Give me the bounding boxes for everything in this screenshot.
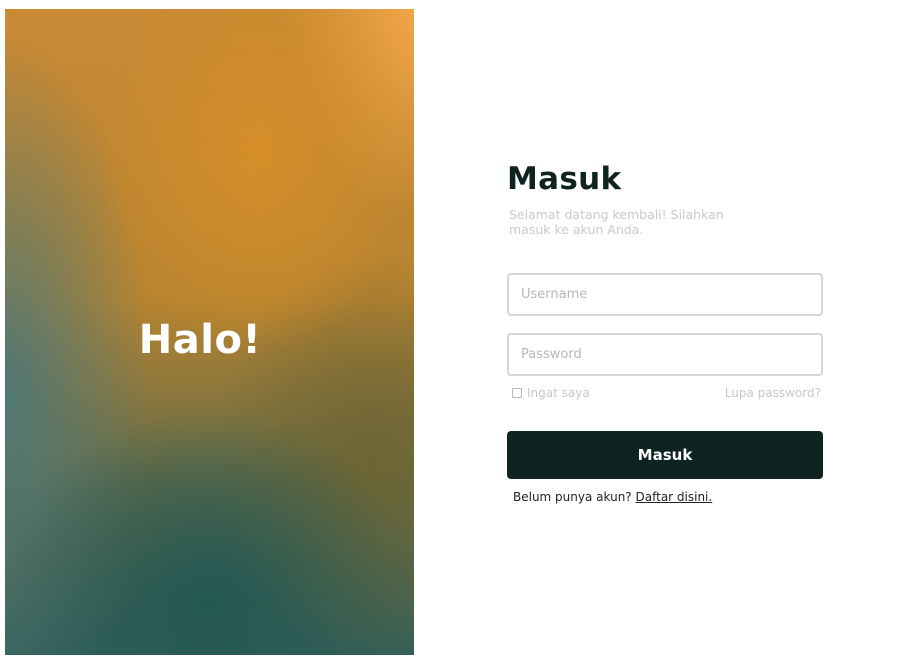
signup-prompt: Belum punya akun? Daftar disini. (513, 490, 823, 504)
signup-prompt-text: Belum punya akun? (513, 490, 632, 504)
remember-me-toggle[interactable]: Ingat saya (512, 386, 590, 400)
login-button[interactable]: Masuk (507, 431, 823, 479)
forgot-password-link[interactable]: Lupa password? (725, 386, 821, 400)
password-input[interactable] (507, 333, 823, 376)
remember-me-label: Ingat saya (527, 386, 590, 400)
login-title: Masuk (507, 161, 622, 197)
login-form: Masuk Selamat datang kembali! Silahkan m… (507, 160, 823, 504)
signup-link[interactable]: Daftar disini. (636, 490, 713, 504)
username-input[interactable] (507, 273, 823, 316)
hero-panel: Halo! (5, 9, 414, 655)
login-subtitle: Selamat datang kembali! Silahkan masuk k… (509, 207, 724, 237)
checkbox-icon[interactable] (512, 388, 522, 398)
hero-title: Halo! (138, 317, 262, 363)
login-options: Ingat saya Lupa password? (507, 386, 823, 400)
